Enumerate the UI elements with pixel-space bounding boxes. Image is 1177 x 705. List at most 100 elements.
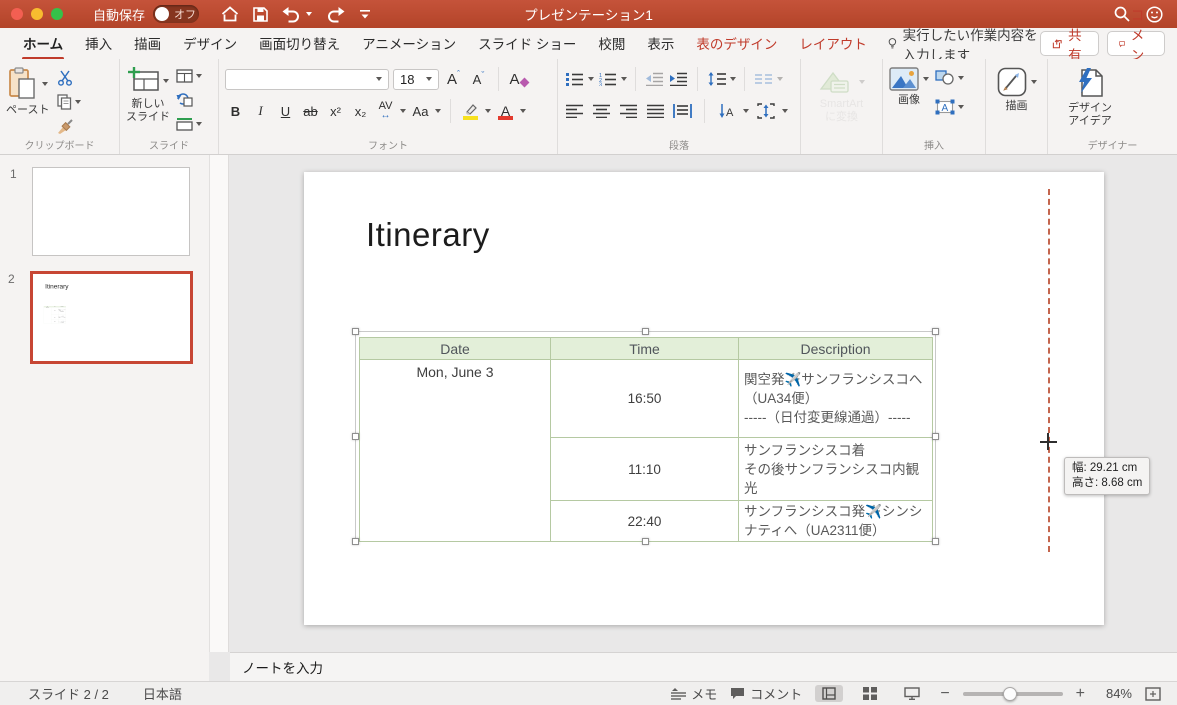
numbering-chevron-icon[interactable] — [621, 77, 627, 81]
cut-button[interactable] — [57, 69, 81, 86]
shrink-font-button[interactable]: Aˇ — [468, 69, 489, 90]
clear-formatting-button[interactable]: A — [508, 69, 529, 90]
table-handle-bottom-left[interactable] — [352, 538, 359, 545]
table-handle-top-left[interactable] — [352, 328, 359, 335]
home-icon[interactable] — [221, 6, 239, 22]
undo-dropdown-chevron-icon[interactable] — [306, 12, 313, 16]
quick-access-options-icon[interactable] — [359, 8, 371, 20]
tab-design[interactable]: デザイン — [172, 26, 248, 61]
table-handle-bottom-center[interactable] — [642, 538, 649, 545]
convert-to-smartart-button[interactable]: SmartArt に変換 — [807, 69, 876, 124]
share-button[interactable]: 共有 — [1040, 28, 1099, 63]
table-header-description[interactable]: Description — [738, 337, 933, 360]
statusbar-comments-button[interactable]: コメント — [730, 684, 802, 703]
zoom-in-button[interactable]: + — [1076, 685, 1085, 702]
table-handle-top-right[interactable] — [932, 328, 939, 335]
redo-button[interactable] — [326, 6, 345, 23]
font-name-combo[interactable] — [225, 68, 389, 90]
align-center-button[interactable] — [591, 101, 612, 122]
text-direction-button[interactable]: A — [716, 101, 737, 122]
itinerary-table[interactable]: Date Time Description Mon, June 3 16:50 関空発✈️… — [359, 337, 933, 542]
description-cell[interactable]: 関空発✈️サンフランシスコへ（UA34便） -----（日付変更線通過）----… — [738, 359, 933, 438]
strikethrough-button[interactable]: ab — [300, 101, 321, 122]
time-cell[interactable]: 11:10 — [550, 437, 739, 501]
tab-slideshow[interactable]: スライド ショー — [467, 26, 587, 61]
font-color-chevron-icon[interactable] — [520, 109, 526, 113]
bullets-button[interactable] — [564, 69, 585, 90]
comments-button[interactable]: コメント — [1106, 8, 1165, 83]
zoom-slider[interactable] — [962, 686, 1063, 701]
font-name-chevron-icon[interactable] — [376, 77, 382, 81]
font-color-button[interactable]: A — [495, 101, 516, 122]
table-handle-bottom-right[interactable] — [932, 538, 939, 545]
tell-me-search[interactable]: 実行したい作業内容を入力します — [888, 24, 1040, 64]
notes-pane[interactable]: ノートを入力 — [230, 652, 1177, 681]
fit-to-window-button[interactable] — [1145, 686, 1161, 701]
section-button[interactable] — [176, 115, 202, 132]
columns-button[interactable] — [753, 69, 774, 90]
tab-review[interactable]: 校閲 — [587, 26, 636, 61]
close-window-button[interactable] — [11, 8, 23, 20]
search-icon[interactable] — [1114, 6, 1130, 22]
description-cell[interactable]: サンフランシスコ着 その後サンフランシスコ内観光 — [738, 437, 933, 501]
slide-thumbnail-2[interactable]: Itinerary Date Time Description Mon, June 3… — [30, 271, 193, 364]
slide-thumbnail-1[interactable] — [32, 167, 190, 256]
slide-title[interactable]: Itinerary — [366, 216, 490, 254]
save-icon[interactable] — [253, 6, 268, 22]
insert-shape-button[interactable] — [935, 69, 964, 86]
undo-button[interactable] — [282, 6, 313, 23]
copy-button[interactable] — [57, 93, 82, 110]
tab-insert[interactable]: 挿入 — [74, 26, 123, 61]
table-handle-top-center[interactable] — [642, 328, 649, 335]
tab-view[interactable]: 表示 — [636, 26, 685, 61]
font-size-combo[interactable]: 18 — [393, 68, 439, 90]
zoom-slider-knob[interactable] — [1002, 686, 1017, 701]
table-handle-middle-left[interactable] — [352, 433, 359, 440]
zoom-out-button[interactable]: − — [940, 685, 949, 702]
layout-dropdown-chevron-icon[interactable] — [196, 73, 202, 78]
line-spacing-chevron-icon[interactable] — [730, 77, 736, 81]
slide-sorter-view-button[interactable] — [856, 685, 884, 702]
insert-picture-button[interactable]: 画像 — [889, 67, 929, 107]
superscript-button[interactable]: x² — [325, 101, 346, 122]
align-left-button[interactable] — [564, 101, 585, 122]
highlight-color-chevron-icon[interactable] — [485, 109, 491, 113]
normal-view-button[interactable] — [815, 685, 844, 702]
tab-animations[interactable]: アニメーション — [351, 26, 467, 61]
bold-button[interactable]: B — [225, 101, 246, 122]
highlight-color-button[interactable] — [460, 101, 481, 122]
new-slide-button[interactable]: 新しい スライド — [126, 67, 170, 124]
draw-dropdown-chevron-icon[interactable] — [1030, 80, 1037, 84]
tab-table-layout[interactable]: レイアウト — [788, 26, 878, 61]
change-case-chevron-icon[interactable] — [435, 109, 441, 113]
numbering-button[interactable]: 123 — [597, 69, 618, 90]
italic-button[interactable]: I — [250, 101, 271, 122]
table-header-date[interactable]: Date — [359, 337, 551, 360]
picture-dropdown-chevron-icon[interactable] — [923, 77, 929, 81]
copy-dropdown-chevron-icon[interactable] — [75, 99, 82, 104]
align-text-vertical-chevron-icon[interactable] — [782, 109, 788, 113]
text-direction-chevron-icon[interactable] — [743, 109, 749, 113]
panel-scrollbar-gutter[interactable] — [209, 155, 229, 652]
underline-button[interactable]: U — [275, 101, 296, 122]
minimize-window-button[interactable] — [31, 8, 43, 20]
shapes-chevron-icon[interactable] — [958, 75, 964, 80]
slideshow-view-button[interactable] — [897, 685, 927, 702]
time-cell[interactable]: 16:50 — [550, 359, 739, 438]
zoom-percentage[interactable]: 84% — [1098, 686, 1132, 701]
change-case-button[interactable]: Aa — [410, 101, 431, 122]
design-ideas-button[interactable]: デザイン アイデア — [1058, 67, 1122, 128]
description-cell[interactable]: サンフランシスコ発✈️シンシナティへ（UA2311便） — [738, 500, 933, 542]
memo-button[interactable]: メモ — [671, 684, 717, 703]
draw-button[interactable]: 描画 — [992, 67, 1041, 113]
line-spacing-button[interactable] — [706, 69, 727, 90]
time-cell[interactable]: 22:40 — [550, 500, 739, 542]
new-slide-dropdown-chevron-icon[interactable] — [163, 79, 169, 83]
section-dropdown-chevron-icon[interactable] — [196, 121, 202, 126]
paste-dropdown-chevron-icon[interactable] — [41, 82, 48, 86]
table-handle-middle-right[interactable] — [932, 433, 939, 440]
align-text-vertical-button[interactable] — [755, 101, 776, 122]
tab-transitions[interactable]: 画面切り替え — [248, 26, 351, 61]
slide-2-canvas[interactable]: Itinerary Date Time Description Mon, June 3… — [304, 172, 1104, 625]
autosave-toggle[interactable]: オフ — [153, 5, 200, 23]
